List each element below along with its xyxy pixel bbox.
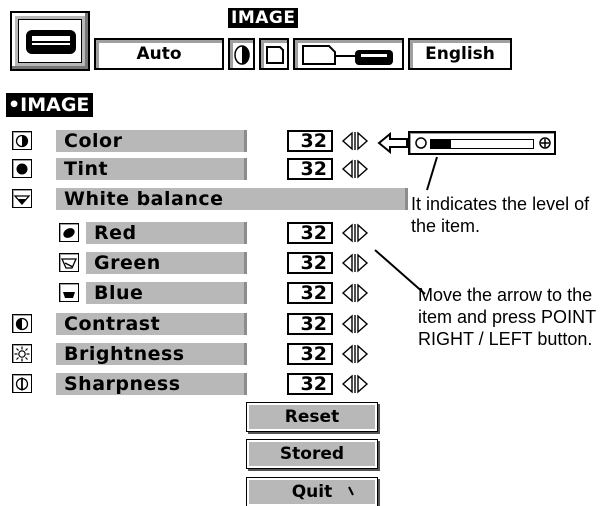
level-annotation: It indicates the level of the item. [411,194,590,236]
arrow-annotation: Move the arrow to the item and press POI… [418,285,596,349]
callout-lines [348,156,438,496]
